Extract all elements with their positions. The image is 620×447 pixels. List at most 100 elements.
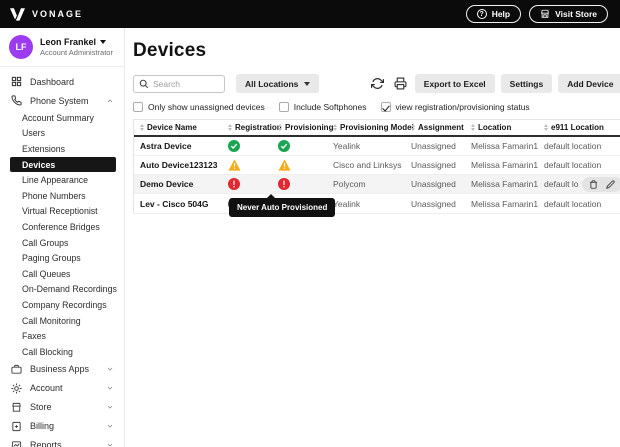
e911-location-cell: default location xyxy=(538,160,620,170)
provisioning-model-cell: Cisco and Linksys xyxy=(327,160,405,170)
chevron-down-icon xyxy=(106,384,114,392)
sidebar-item-billing[interactable]: Billing xyxy=(0,417,124,436)
checkbox-icon[interactable] xyxy=(133,102,143,112)
checkbox-only-unassigned[interactable]: Only show unassigned devices xyxy=(133,102,265,112)
print-button[interactable] xyxy=(392,77,409,90)
refresh-button[interactable] xyxy=(369,77,386,90)
location-cell: Melissa Famarin11 xyxy=(465,179,538,189)
gear-icon xyxy=(10,382,22,394)
location-cell: Melissa Famarin11 xyxy=(465,160,538,170)
column-header-location[interactable]: Location xyxy=(465,123,538,132)
checkbox-label: Only show unassigned devices xyxy=(148,102,265,112)
sidebar-item-business-apps[interactable]: Business Apps xyxy=(0,360,124,379)
column-header-provisioning-model[interactable]: Provisioning Model xyxy=(327,123,405,132)
user-menu[interactable]: LF Leon Frankel Account Administrator xyxy=(0,33,124,67)
visit-store-label: Visit Store xyxy=(555,9,597,19)
status-error-icon xyxy=(228,178,240,190)
sidebar-item-company-recordings[interactable]: Company Recordings xyxy=(0,297,124,313)
visit-store-button[interactable]: Visit Store xyxy=(529,5,608,23)
sidebar: LF Leon Frankel Account Administrator Da… xyxy=(0,28,125,447)
e911-location-cell: default location xyxy=(538,199,620,209)
provisioning-status-cell xyxy=(272,140,327,152)
sidebar-item-call-monitoring[interactable]: Call Monitoring xyxy=(0,313,124,329)
sidebar-item-devices[interactable]: Devices xyxy=(10,157,116,173)
column-header-assignment[interactable]: Assignment xyxy=(405,123,465,132)
device-name-cell: Lev - Cisco 504G xyxy=(134,199,222,209)
sidebar-item-account-summary[interactable]: Account Summary xyxy=(0,110,124,126)
table-row[interactable]: Lev - Cisco 504G Yealink Unassigned Meli… xyxy=(134,194,620,213)
chevron-down-icon xyxy=(106,365,114,373)
checkbox-label: view registration/provisioning status xyxy=(396,102,530,112)
filter-checkboxes: Only show unassigned devices Include Sof… xyxy=(133,102,620,112)
checkbox-label: Include Softphones xyxy=(294,102,367,112)
sidebar-item-call-groups[interactable]: Call Groups xyxy=(0,235,124,251)
sidebar-item-account[interactable]: Account xyxy=(0,379,124,398)
checkbox-checked-icon[interactable] xyxy=(381,102,391,112)
provisioning-model-cell: Yealink xyxy=(327,141,405,151)
table-row[interactable]: Demo Device Polycom Unassigned Melissa F… xyxy=(134,175,620,194)
sidebar-item-label: Reports xyxy=(30,440,62,447)
sidebar-item-conference-bridges[interactable]: Conference Bridges xyxy=(0,219,124,235)
help-button[interactable]: ? Help xyxy=(466,5,521,23)
table-row[interactable]: Auto Device123123 Cisco and Linksys Unas… xyxy=(134,156,620,175)
assignment-cell: Unassigned xyxy=(405,160,465,170)
sidebar-item-paging-groups[interactable]: Paging Groups xyxy=(0,250,124,266)
sidebar-item-extensions[interactable]: Extensions xyxy=(0,141,124,157)
sort-icon xyxy=(228,124,232,132)
location-cell: Melissa Famarin11 xyxy=(465,141,538,151)
column-header-provisioning[interactable]: Provisioning xyxy=(272,123,327,132)
sidebar-item-label: Business Apps xyxy=(30,364,89,374)
sort-icon xyxy=(278,124,282,132)
checkbox-icon[interactable] xyxy=(279,102,289,112)
sidebar-item-virtual-receptionist[interactable]: Virtual Receptionist xyxy=(0,204,124,220)
sort-icon xyxy=(471,124,475,132)
page-title: Devices xyxy=(133,40,620,62)
add-device-button[interactable]: Add Device xyxy=(558,74,620,93)
sidebar-item-users[interactable]: Users xyxy=(0,126,124,142)
checkbox-view-status[interactable]: view registration/provisioning status xyxy=(381,102,530,112)
table-header-row: Device Name Registration Provisioning Pr… xyxy=(134,120,620,137)
column-header-device-name[interactable]: Device Name xyxy=(134,123,222,132)
status-warning-icon xyxy=(278,159,291,171)
sidebar-item-label: Phone System xyxy=(30,96,89,106)
search-input[interactable] xyxy=(153,79,219,89)
chevron-down-icon xyxy=(106,403,114,411)
sidebar-item-phone-system[interactable]: Phone System xyxy=(0,91,124,110)
delete-device-button[interactable] xyxy=(589,180,598,189)
assignment-cell: Unassigned xyxy=(405,141,465,151)
device-name-cell: Auto Device123123 xyxy=(134,160,222,170)
sidebar-item-on-demand-recordings[interactable]: On-Demand Recordings xyxy=(0,282,124,298)
column-header-e911-location[interactable]: e911 Location xyxy=(538,123,620,132)
sidebar-item-phone-numbers[interactable]: Phone Numbers xyxy=(0,188,124,204)
sidebar-item-line-appearance[interactable]: Line Appearance xyxy=(0,172,124,188)
assignment-cell: Unassigned xyxy=(405,179,465,189)
dashboard-icon xyxy=(10,76,22,88)
sidebar-item-dashboard[interactable]: Dashboard xyxy=(0,72,124,91)
sidebar-item-label: Billing xyxy=(30,421,54,431)
sidebar-item-store[interactable]: Store xyxy=(0,398,124,417)
chevron-down-icon xyxy=(304,82,310,86)
vonage-brand: VONAGE xyxy=(10,8,83,21)
export-to-excel-button[interactable]: Export to Excel xyxy=(415,74,495,93)
store-icon xyxy=(540,9,550,19)
e911-location-cell: default lo xyxy=(538,177,620,192)
shop-icon xyxy=(10,401,22,413)
sidebar-item-call-queues[interactable]: Call Queues xyxy=(0,266,124,282)
sort-icon xyxy=(140,124,144,132)
column-header-registration[interactable]: Registration xyxy=(222,123,272,132)
sidebar-item-call-blocking[interactable]: Call Blocking xyxy=(0,344,124,360)
search-box[interactable] xyxy=(133,75,225,93)
edit-device-button[interactable] xyxy=(606,180,615,189)
brand-name: VONAGE xyxy=(32,9,83,19)
sort-icon xyxy=(333,124,337,132)
location-filter-dropdown[interactable]: All Locations xyxy=(236,74,319,93)
sidebar-item-reports[interactable]: Reports xyxy=(0,436,124,447)
table-row[interactable]: Astra Device Yealink Unassigned Melissa … xyxy=(134,137,620,156)
settings-button[interactable]: Settings xyxy=(501,74,553,93)
sidebar-item-label: Store xyxy=(30,402,52,412)
sidebar-item-faxes[interactable]: Faxes xyxy=(0,328,124,344)
search-icon xyxy=(139,79,149,89)
sort-icon xyxy=(544,124,548,132)
user-name: Leon Frankel xyxy=(40,37,96,47)
checkbox-include-softphones[interactable]: Include Softphones xyxy=(279,102,367,112)
